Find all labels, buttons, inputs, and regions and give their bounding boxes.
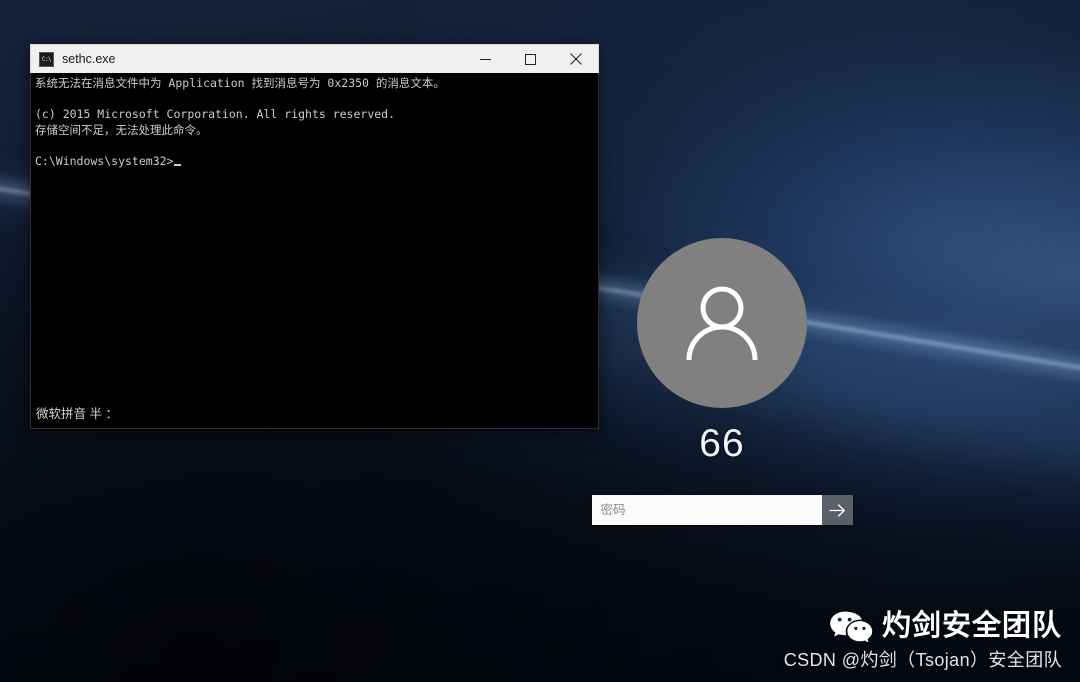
watermark-brand-row: 灼剑安全团队 xyxy=(829,610,1062,642)
watermark-subtitle: CSDN @灼剑（Tsojan）安全团队 xyxy=(783,650,1062,670)
console-titlebar[interactable]: C:\ sethc.exe xyxy=(30,44,599,73)
wechat-icon xyxy=(829,610,873,642)
console-prompt-line: C:\Windows\system32> xyxy=(31,154,598,170)
password-row xyxy=(591,495,853,525)
close-button[interactable] xyxy=(553,45,598,74)
window-controls xyxy=(463,45,598,74)
console-cursor xyxy=(174,163,182,166)
arrow-right-icon xyxy=(828,503,846,517)
submit-button[interactable] xyxy=(821,495,853,525)
maximize-icon xyxy=(525,53,536,65)
console-output[interactable]: 系统无法在消息文件中为 Application 找到消息号为 0x2350 的消… xyxy=(30,73,599,429)
console-window[interactable]: C:\ sethc.exe 系统无法在消息文件中为 Application 找到… xyxy=(30,44,599,429)
close-icon xyxy=(569,53,582,65)
ime-status-bar[interactable]: 微软拼音 半 ： xyxy=(31,399,598,428)
password-input[interactable] xyxy=(591,495,822,525)
console-window-title: sethc.exe xyxy=(62,52,116,66)
login-panel: 66 xyxy=(591,238,853,525)
minimize-icon xyxy=(480,54,491,65)
console-line: (c) 2015 Microsoft Corporation. All righ… xyxy=(35,107,396,121)
console-line: 系统无法在消息文件中为 Application 找到消息号为 0x2350 的消… xyxy=(35,76,445,90)
watermark: 灼剑安全团队 CSDN @灼剑（Tsojan）安全团队 xyxy=(784,610,1062,672)
minimize-button[interactable] xyxy=(463,45,508,74)
maximize-button[interactable] xyxy=(508,45,553,74)
lock-screen-desktop: C:\ sethc.exe 系统无法在消息文件中为 Application 找到… xyxy=(0,0,1080,682)
watermark-brand: 灼剑安全团队 xyxy=(881,609,1062,642)
console-prompt: C:\Windows\system32> xyxy=(35,153,174,168)
username-label: 66 xyxy=(699,422,745,465)
console-icon: C:\ xyxy=(39,51,54,67)
user-avatar-icon xyxy=(674,275,770,371)
avatar[interactable] xyxy=(637,238,807,408)
console-line: 存储空间不足，无法处理此命令。 xyxy=(35,122,208,137)
